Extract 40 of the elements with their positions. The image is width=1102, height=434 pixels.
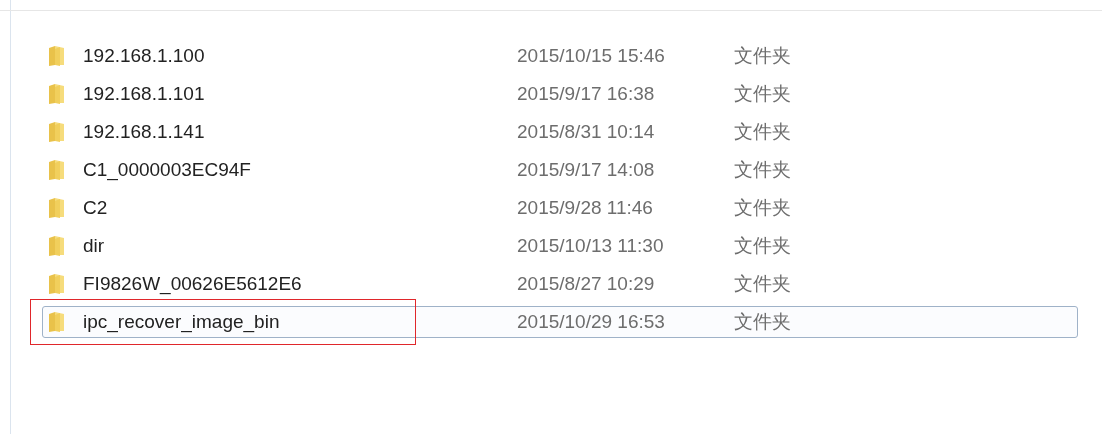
file-row[interactable]: 192.168.1.141 2015/8/31 10:14 文件夹 — [42, 116, 1078, 148]
folder-icon — [47, 159, 67, 181]
file-name: 192.168.1.141 — [83, 119, 206, 144]
file-name: C1_0000003EC94F — [83, 157, 252, 183]
file-type: 文件夹 — [734, 233, 791, 258]
file-type: 文件夹 — [734, 157, 791, 182]
file-name: FI9826W_00626E5612E6 — [83, 271, 303, 297]
modified-date: 2015/9/17 14:08 — [517, 157, 656, 182]
file-row[interactable]: dir 2015/10/13 11:30 文件夹 — [42, 230, 1078, 262]
focused-file-row[interactable]: ipc_recover_image_bin 2015/10/29 16:53 文件夹 — [42, 306, 1078, 338]
folder-icon — [47, 83, 67, 105]
file-name: dir — [83, 233, 106, 258]
modified-date: 2015/10/13 11:30 — [517, 233, 665, 258]
file-type: 文件夹 — [734, 195, 791, 220]
file-row[interactable]: 192.168.1.100 2015/10/15 15:46 文件夹 — [42, 40, 1078, 72]
file-type: 文件夹 — [734, 81, 791, 106]
file-type: 文件夹 — [734, 271, 791, 296]
folder-icon — [47, 235, 67, 257]
file-type: 文件夹 — [734, 43, 791, 68]
modified-date: 2015/8/27 10:29 — [517, 271, 656, 296]
file-name: 192.168.1.101 — [83, 81, 206, 106]
folder-icon — [47, 197, 67, 219]
file-name: 192.168.1.100 — [83, 43, 206, 68]
file-row[interactable]: C2 2015/9/28 11:46 文件夹 — [42, 192, 1078, 224]
folder-icon — [47, 311, 67, 333]
file-name: C2 — [83, 195, 109, 220]
file-row[interactable]: C1_0000003EC94F 2015/9/17 14:08 文件夹 — [42, 154, 1078, 186]
folder-icon — [47, 45, 67, 67]
modified-date: 2015/10/15 15:46 — [517, 43, 666, 68]
file-row[interactable]: FI9826W_00626E5612E6 2015/8/27 10:29 文件夹 — [42, 268, 1078, 300]
file-row[interactable]: 192.168.1.101 2015/9/17 16:38 文件夹 — [42, 78, 1078, 110]
folder-icon — [47, 273, 67, 295]
folder-icon — [47, 121, 67, 143]
modified-date: 2015/9/17 16:38 — [517, 81, 656, 106]
file-type: 文件夹 — [734, 309, 791, 334]
modified-date: 2015/10/29 16:53 — [517, 309, 666, 334]
file-name: ipc_recover_image_bin — [83, 309, 281, 335]
file-type: 文件夹 — [734, 119, 791, 144]
modified-date: 2015/8/31 10:14 — [517, 119, 656, 144]
modified-date: 2015/9/28 11:46 — [517, 195, 654, 220]
